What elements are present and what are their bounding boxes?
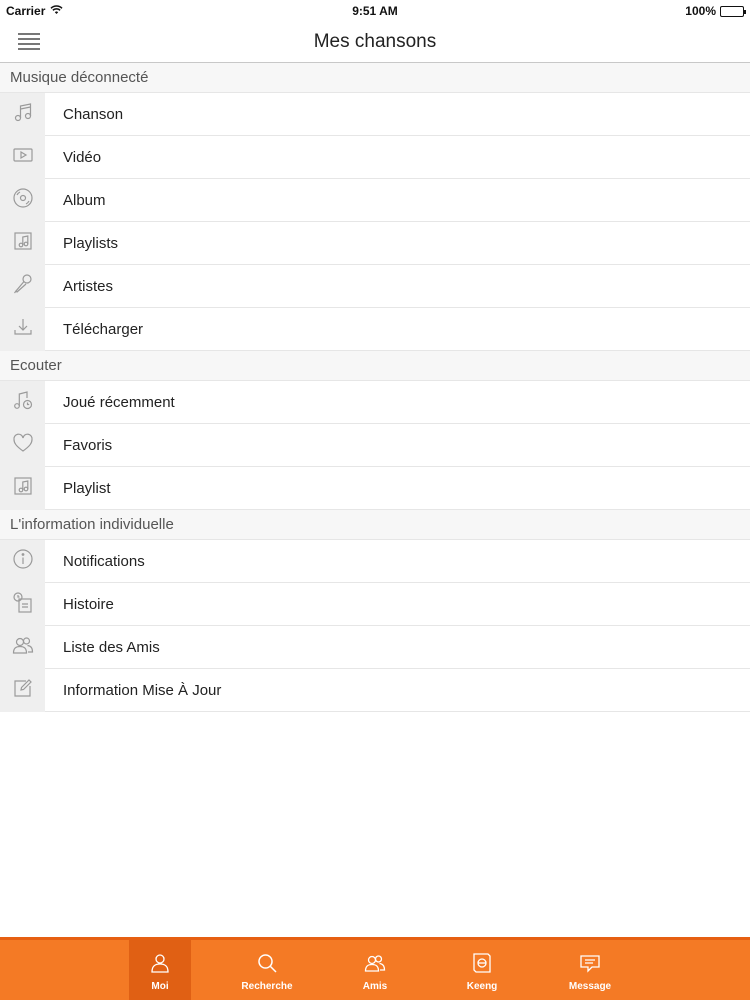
heart-icon [12,432,34,459]
status-bar: Carrier 9:51 AM 100% [0,0,750,22]
tab-moi[interactable]: Moi [129,940,191,1000]
tab-label: Keeng [466,981,498,992]
list-item-recently-played[interactable]: Joué récemment [0,380,750,424]
list-item-artistes[interactable]: Artistes [0,264,750,308]
battery-icon [720,5,746,17]
settings-list: Musique déconnecté Chanson Vidéo Album P… [0,63,750,712]
tab-recherche[interactable]: Recherche [236,940,298,1000]
list-item-video[interactable]: Vidéo [0,135,750,179]
list-item-label: Notifications [63,552,145,570]
battery-percent: 100% [685,4,716,18]
tab-amis[interactable]: Amis [344,940,406,1000]
search-icon [256,952,278,979]
list-item-chanson[interactable]: Chanson [0,92,750,136]
list-item-telecharger[interactable]: Télécharger [0,307,750,351]
list-item-label: Playlist [63,479,111,497]
microphone-icon [12,273,34,300]
page-title: Mes chansons [313,31,437,52]
list-item-label: Vidéo [63,148,102,166]
list-item-label: Télécharger [63,320,144,338]
tab-keeng[interactable]: Keeng [451,940,513,1000]
list-item-label: Album [63,191,106,209]
list-item-playlist[interactable]: Playlist [0,466,750,510]
list-item-label: Histoire [63,595,114,613]
music-note-icon [12,101,34,128]
list-item-album[interactable]: Album [0,178,750,222]
section-header-personal-info: L'information individuelle [0,510,750,540]
disc-icon [12,187,34,214]
list-item-label: Favoris [63,436,113,454]
edit-icon [12,677,34,704]
list-item-notifications[interactable]: Notifications [0,539,750,583]
clock: 9:51 AM [352,4,398,18]
friends-icon [364,952,386,979]
list-item-label: Chanson [63,105,124,123]
tab-label: Recherche [241,981,293,992]
tab-label: Moi [151,981,169,992]
list-item-friends[interactable]: Liste des Amis [0,625,750,669]
recent-music-icon [12,389,34,416]
message-icon [579,952,601,979]
tab-label: Message [568,981,612,992]
playlist-icon [12,475,34,502]
list-item-label: Information Mise À Jour [63,681,222,699]
history-icon [12,591,34,618]
section-header-listen: Ecouter [0,351,750,381]
list-item-update-info[interactable]: Information Mise À Jour [0,668,750,712]
section-header-offline-music: Musique déconnecté [0,63,750,93]
list-item-histoire[interactable]: Histoire [0,582,750,626]
playlist-icon [12,230,34,257]
tab-label: Amis [362,981,388,992]
tab-message[interactable]: Message [559,940,621,1000]
keeng-icon [471,952,493,979]
list-item-label: Artistes [63,277,114,295]
tab-bar: Moi Recherche Amis Keeng Message [0,937,750,1000]
info-icon [12,548,34,575]
list-item-favoris[interactable]: Favoris [0,423,750,467]
video-icon [12,144,34,171]
list-item-playlists[interactable]: Playlists [0,221,750,265]
list-item-label: Playlists [63,234,119,252]
user-icon [149,952,171,979]
navigation-bar: Mes chansons [0,22,750,63]
list-item-label: Joué récemment [63,393,175,411]
friends-icon [12,634,34,661]
download-icon [12,316,34,343]
list-item-label: Liste des Amis [63,638,160,656]
